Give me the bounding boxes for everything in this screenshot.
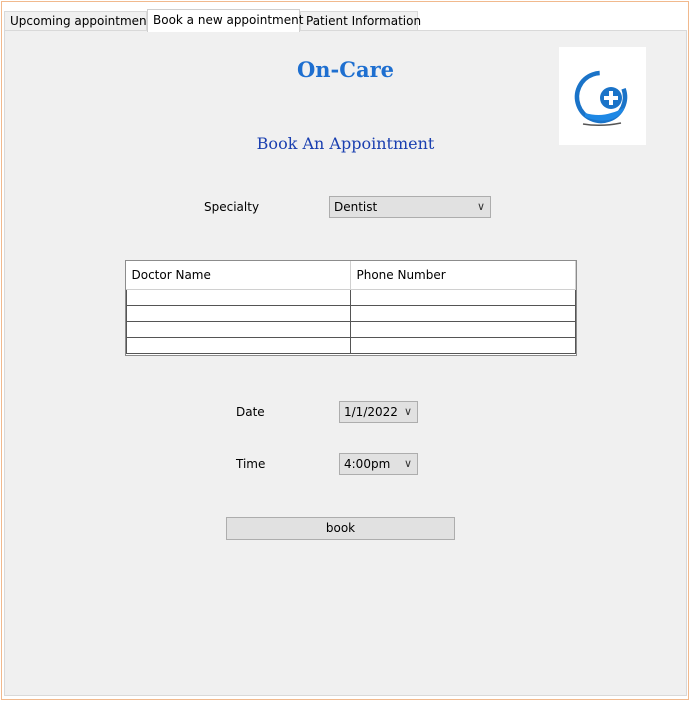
tab-patient-information[interactable]: Patient Information — [300, 11, 421, 31]
specialty-value: Dentist — [334, 200, 378, 214]
tab-upcoming-appointment[interactable]: Upcoming appointment — [4, 11, 151, 31]
table-cell[interactable] — [125, 320, 352, 338]
table-row[interactable] — [125, 336, 576, 354]
column-header-doctor-name[interactable]: Doctor Name — [126, 261, 352, 290]
table-cell[interactable] — [350, 336, 576, 354]
date-picker[interactable]: 1/1/2022 ∨ — [339, 401, 418, 423]
time-picker[interactable]: 4:00pm ∨ — [339, 453, 418, 475]
table-cell[interactable] — [350, 288, 576, 306]
tab-book-new-appointment[interactable]: Book a new appointment — [147, 9, 303, 32]
time-label: Time — [236, 457, 266, 471]
table-cell[interactable] — [125, 304, 352, 322]
doctor-grid: Doctor Name Phone Number — [125, 261, 576, 354]
book-appointment-panel: On-Care Book An Appointment Specialty De… — [4, 30, 687, 696]
book-button[interactable]: book — [226, 517, 455, 540]
table-cell[interactable] — [350, 320, 576, 338]
chevron-down-icon: ∨ — [403, 405, 412, 418]
table-row[interactable] — [125, 288, 576, 306]
doctor-table: Doctor Name Phone Number — [125, 260, 577, 356]
time-value: 4:00pm — [344, 457, 391, 471]
table-cell[interactable] — [125, 336, 352, 354]
table-row[interactable] — [125, 304, 576, 322]
date-value: 1/1/2022 — [344, 405, 398, 419]
specialty-select[interactable]: Dentist ∨ — [329, 196, 491, 218]
table-cell[interactable] — [125, 288, 352, 306]
chevron-down-icon: ∨ — [403, 457, 412, 470]
specialty-label: Specialty — [204, 200, 260, 214]
date-label: Date — [236, 405, 265, 419]
chevron-down-icon: ∨ — [476, 200, 485, 213]
page-subtitle: Book An Appointment — [256, 134, 435, 153]
medical-logo-icon — [574, 70, 628, 127]
logo — [559, 47, 646, 145]
table-cell[interactable] — [350, 304, 576, 322]
column-header-phone-number[interactable]: Phone Number — [350, 261, 576, 290]
table-row[interactable] — [125, 320, 576, 338]
